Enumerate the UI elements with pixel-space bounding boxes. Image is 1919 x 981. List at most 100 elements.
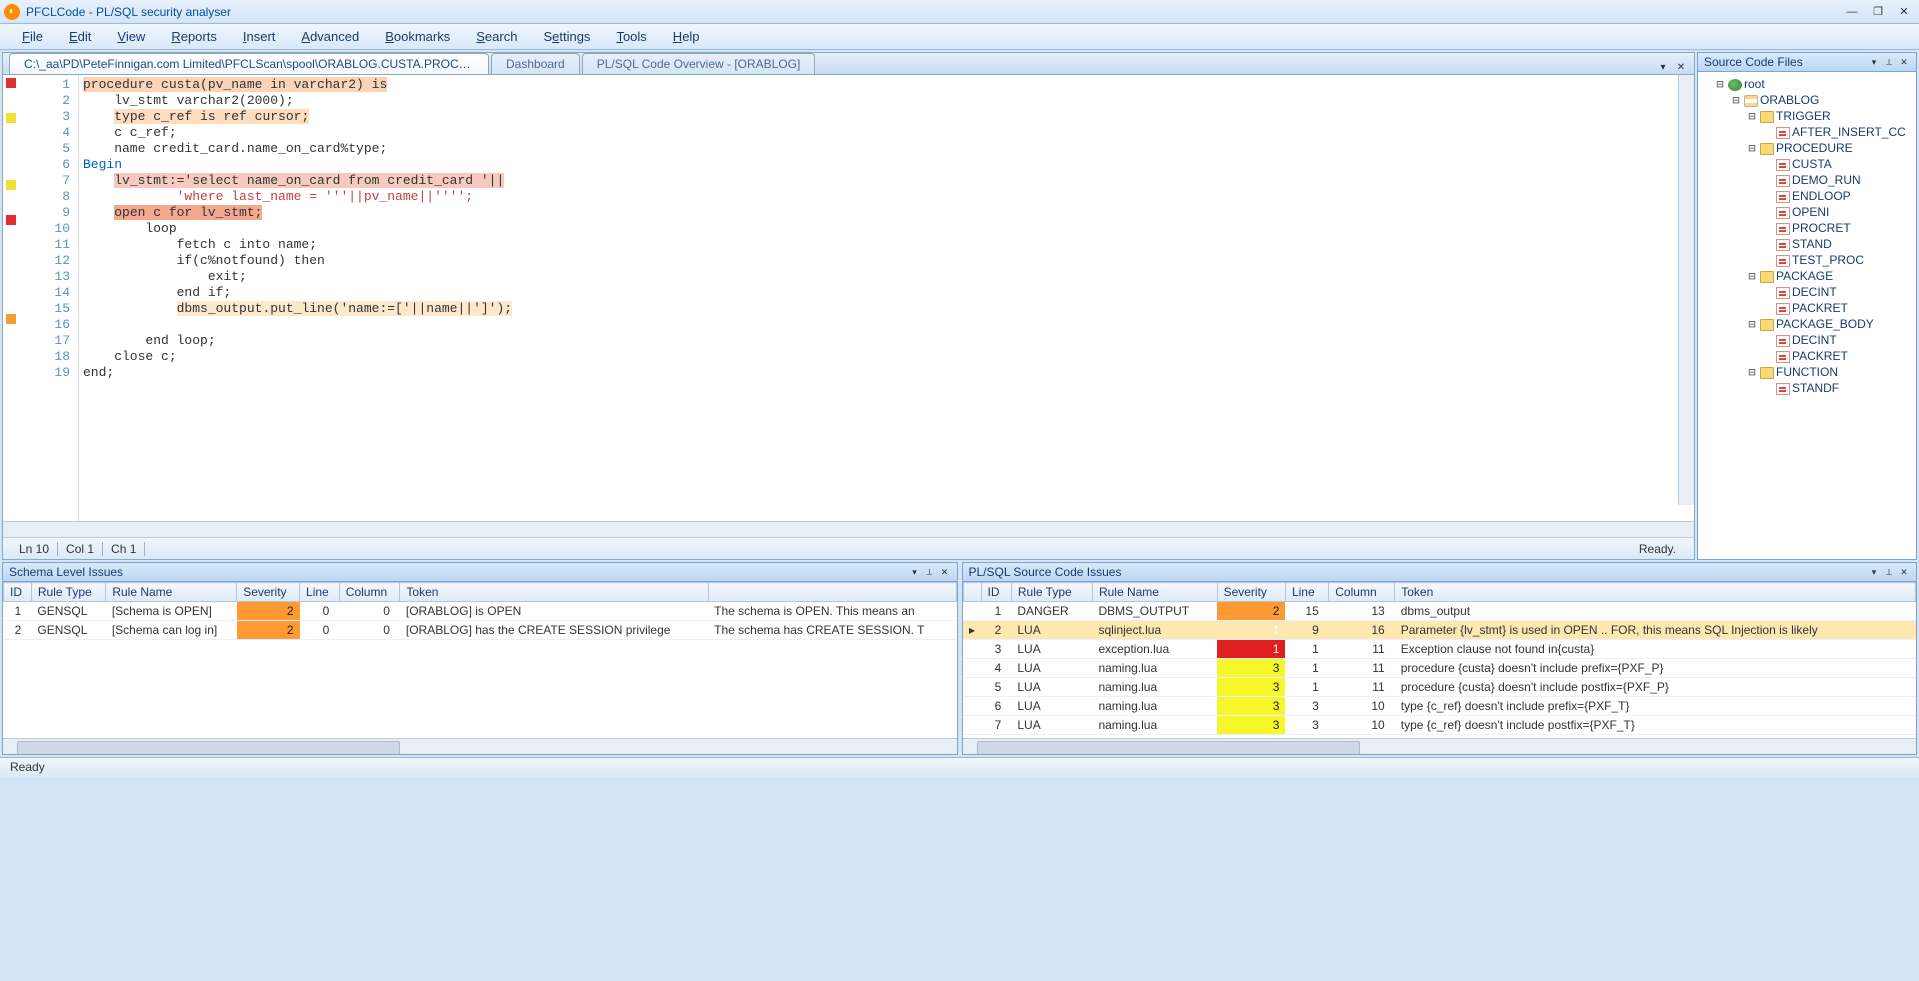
grid-header[interactable]: Column [339,583,400,602]
panel-close-icon[interactable]: ✕ [1898,566,1910,578]
tree-node[interactable]: DECINT [1700,284,1914,300]
code-line[interactable]: name credit_card.name_on_card%type; [83,141,1690,157]
tree-node[interactable]: STANDF [1700,380,1914,396]
document-tab[interactable]: PL/SQL Code Overview - [ORABLOG] [582,53,816,74]
code-issues-grid[interactable]: IDRule TypeRule NameSeverityLineColumnTo… [963,582,1917,738]
tree-node[interactable]: DEMO_RUN [1700,172,1914,188]
menu-view[interactable]: View [105,26,157,47]
code-line[interactable] [83,317,1690,333]
tree-node[interactable]: ⊟TRIGGER [1700,108,1914,124]
menu-reports[interactable]: Reports [159,26,229,47]
menu-settings[interactable]: Settings [531,26,602,47]
document-tab[interactable]: Dashboard [491,53,580,74]
grid-header[interactable]: Column [1329,583,1395,602]
panel-dropdown-icon[interactable]: ▾ [909,566,921,578]
grid-header[interactable]: Rule Type [31,583,105,602]
tree-node[interactable]: DECINT [1700,332,1914,348]
tree-toggle-icon[interactable]: ⊟ [1746,268,1758,284]
menu-tools[interactable]: Tools [604,26,658,47]
tab-close-icon[interactable]: ✕ [1674,60,1688,74]
panel-dropdown-icon[interactable]: ▾ [1868,56,1880,68]
grid-row[interactable]: 6LUAnaming.lua3310type {c_ref} doesn't i… [963,697,1916,716]
tree-node[interactable]: ⊟root [1700,76,1914,92]
tree-node[interactable]: TEST_PROC [1700,252,1914,268]
tree-toggle-icon[interactable]: ⊟ [1746,140,1758,156]
minimize-button[interactable]: — [1841,4,1863,20]
grid-row[interactable]: 3LUAexception.lua1111Exception clause no… [963,640,1916,659]
grid-row[interactable]: 2LUAsqlinject.lua1916Parameter {lv_stmt}… [963,621,1916,640]
grid-row[interactable]: 1GENSQL[Schema is OPEN]200[ORABLOG] is O… [4,602,957,621]
code-line[interactable]: lv_stmt varchar2(2000); [83,93,1690,109]
editor-scrollbar-horizontal[interactable] [3,521,1694,537]
tree-node[interactable]: STAND [1700,236,1914,252]
grid-header[interactable] [708,583,956,602]
grid-header[interactable]: Severity [1217,583,1285,602]
maximize-button[interactable]: ❐ [1867,4,1889,20]
grid-header[interactable]: Token [400,583,708,602]
grid-header[interactable]: ID [981,583,1011,602]
tree-node[interactable]: OPENI [1700,204,1914,220]
panel-pin-icon[interactable]: ⟂ [924,566,936,578]
grid-row[interactable]: 2GENSQL[Schema can log in]200[ORABLOG] h… [4,621,957,640]
tree-toggle-icon[interactable]: ⊟ [1746,316,1758,332]
editor-scrollbar-vertical[interactable] [1678,75,1694,505]
tree-toggle-icon[interactable]: ⊟ [1746,108,1758,124]
code-line[interactable]: end if; [83,285,1690,301]
panel-close-icon[interactable]: ✕ [939,566,951,578]
schema-issues-grid[interactable]: IDRule TypeRule NameSeverityLineColumnTo… [3,582,957,738]
code-issues-panel-header[interactable]: PL/SQL Source Code Issues ▾ ⟂ ✕ [962,562,1918,582]
grid-header[interactable]: Rule Type [1011,583,1092,602]
code-line[interactable]: 'where last_name = '''||pv_name||''''; [83,189,1690,205]
tree-node[interactable]: AFTER_INSERT_CC [1700,124,1914,140]
code-line[interactable]: if(c%notfound) then [83,253,1690,269]
tree-node[interactable]: PACKRET [1700,300,1914,316]
code-line[interactable]: dbms_output.put_line('name:=['||name||']… [83,301,1690,317]
tree-node[interactable]: ⊟ORABLOG [1700,92,1914,108]
code-line[interactable]: fetch c into name; [83,237,1690,253]
grid-row[interactable]: 5LUAnaming.lua3111procedure {custa} does… [963,678,1916,697]
menu-advanced[interactable]: Advanced [289,26,371,47]
tab-dropdown-icon[interactable]: ▾ [1656,60,1670,74]
code-line[interactable]: lv_stmt:='select name_on_card from credi… [83,173,1690,189]
grid-row[interactable]: 1DANGERDBMS_OUTPUT21513dbms_output [963,602,1916,621]
grid-header[interactable]: Rule Name [1092,583,1217,602]
code-line[interactable]: type c_ref is ref cursor; [83,109,1690,125]
menu-file[interactable]: File [10,26,55,47]
panel-dropdown-icon[interactable]: ▾ [1868,566,1880,578]
grid-row[interactable]: 4LUAnaming.lua3111procedure {custa} does… [963,659,1916,678]
tree-node[interactable]: PROCRET [1700,220,1914,236]
code-line[interactable]: end loop; [83,333,1690,349]
grid-header[interactable]: ID [4,583,32,602]
schema-grid-scrollbar[interactable] [3,738,957,754]
schema-issues-panel-header[interactable]: Schema Level Issues ▾ ⟂ ✕ [2,562,958,582]
code-line[interactable]: loop [83,221,1690,237]
grid-header[interactable]: Line [1285,583,1328,602]
close-button[interactable]: ✕ [1893,4,1915,20]
code-line[interactable]: c c_ref; [83,125,1690,141]
menu-search[interactable]: Search [464,26,529,47]
grid-header[interactable]: Rule Name [106,583,237,602]
source-files-tree[interactable]: ⊟root⊟ORABLOG⊟TRIGGERAFTER_INSERT_CC⊟PRO… [1697,72,1917,560]
menu-help[interactable]: Help [661,26,712,47]
tree-toggle-icon[interactable]: ⊟ [1746,364,1758,380]
grid-header[interactable] [963,583,981,602]
panel-close-icon[interactable]: ✕ [1898,56,1910,68]
grid-row[interactable]: 7LUAnaming.lua3310type {c_ref} doesn't i… [963,716,1916,735]
tree-node[interactable]: ⊟FUNCTION [1700,364,1914,380]
panel-pin-icon[interactable]: ⟂ [1883,566,1895,578]
document-tab[interactable]: C:\_aa\PD\PeteFinnigan.com Limited\PFCLS… [9,53,489,74]
tree-node[interactable]: ⊟PROCEDURE [1700,140,1914,156]
tree-node[interactable]: ⊟PACKAGE [1700,268,1914,284]
grid-header[interactable]: Severity [237,583,300,602]
code-editor[interactable]: procedure custa(pv_name in varchar2) is … [79,75,1694,521]
panel-pin-icon[interactable]: ⟂ [1883,56,1895,68]
source-files-panel-header[interactable]: Source Code Files ▾ ⟂ ✕ [1697,52,1917,72]
code-line[interactable]: exit; [83,269,1690,285]
code-line[interactable]: Begin [83,157,1690,173]
tree-node[interactable]: ⊟PACKAGE_BODY [1700,316,1914,332]
grid-header[interactable]: Token [1395,583,1916,602]
tree-node[interactable]: ENDLOOP [1700,188,1914,204]
tree-node[interactable]: CUSTA [1700,156,1914,172]
menu-edit[interactable]: Edit [57,26,103,47]
tree-toggle-icon[interactable]: ⊟ [1730,92,1742,108]
